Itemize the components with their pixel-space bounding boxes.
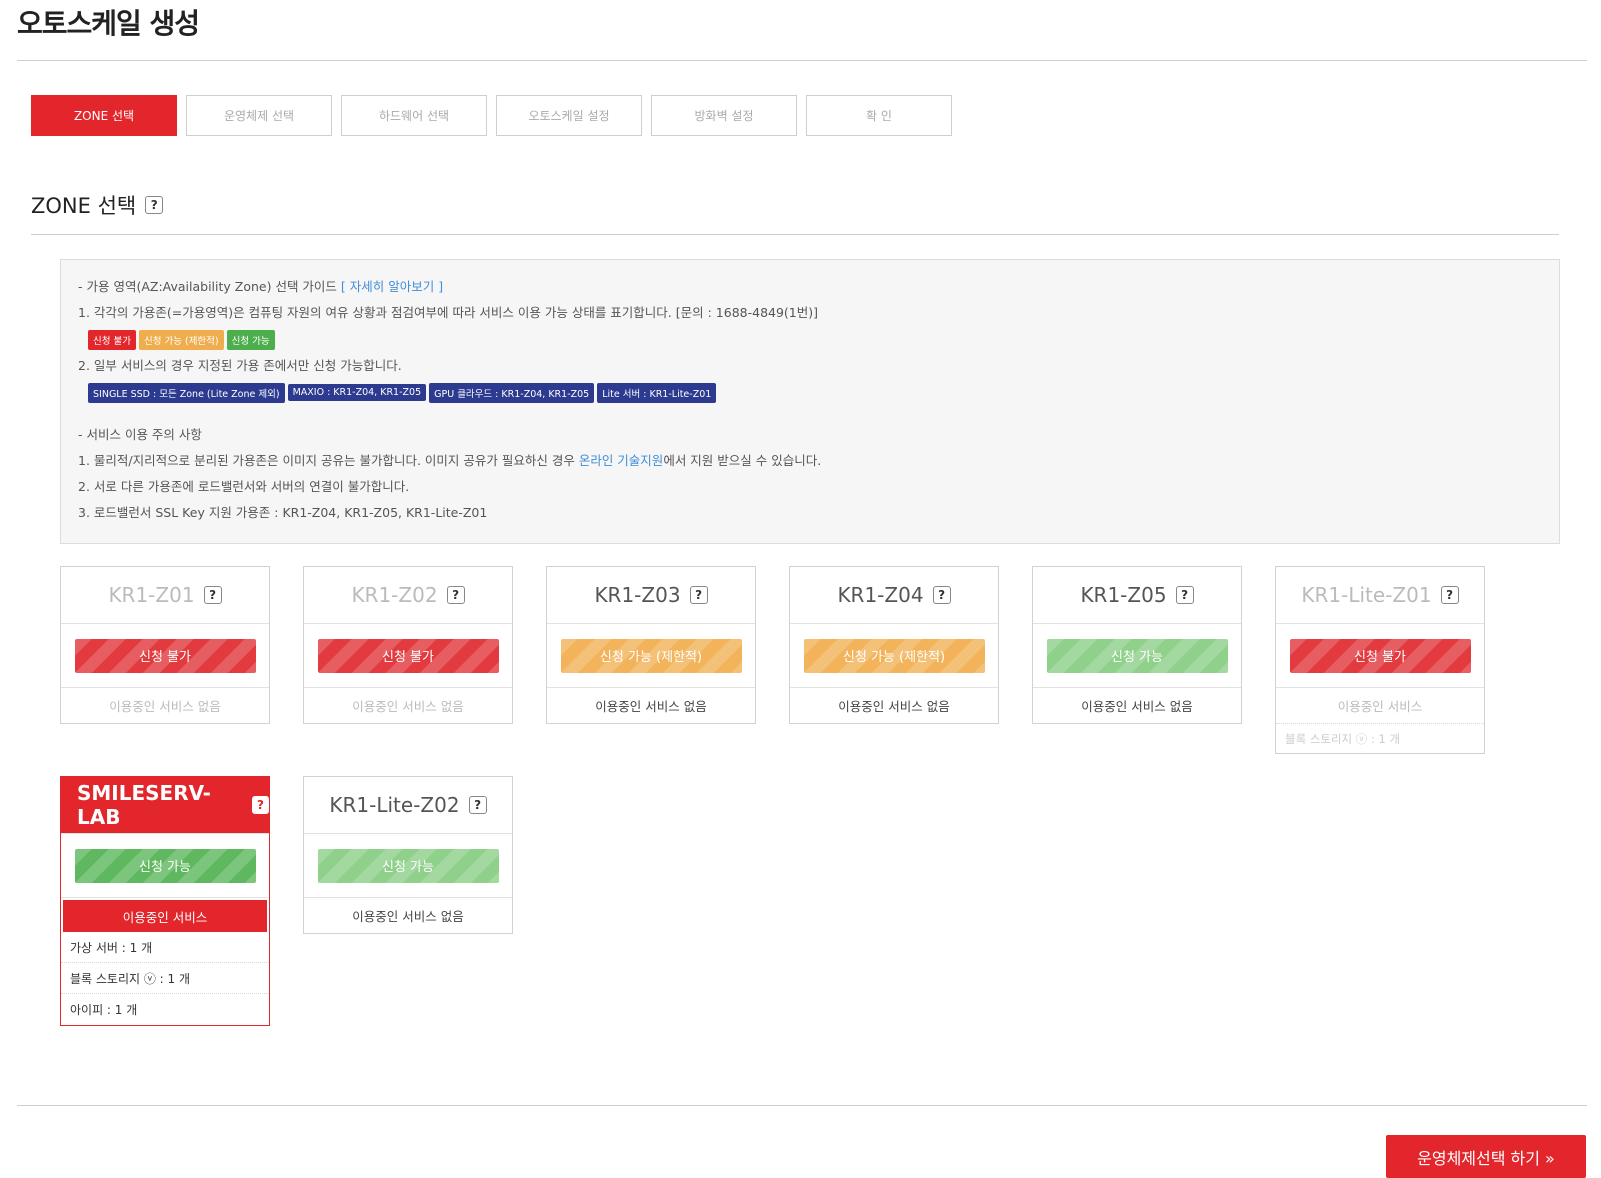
zone-services: 이용중인 서비스 없음 xyxy=(109,699,221,714)
service-tag: SINGLE SSD : 모든 Zone (Lite Zone 제외) xyxy=(88,382,285,403)
step-hardware[interactable]: 하드웨어 선택 xyxy=(341,95,487,136)
service-tag: MAXIO : KR1-Z04, KR1-Z05 xyxy=(287,384,427,401)
help-icon[interactable]: ? xyxy=(252,796,269,814)
zone-status-button[interactable]: 신청 불가 xyxy=(74,638,256,673)
zone-status-button[interactable]: 신청 가능 xyxy=(317,848,499,883)
zone-services: 이용중인 서비스 없음 xyxy=(595,699,707,714)
zone-service-item: 블록 스토리지 ⓥ : 1 개 xyxy=(1276,723,1484,753)
guide-line: 2. 일부 서비스의 경우 지정된 가용 존에서만 신청 가능합니다. xyxy=(78,358,402,373)
help-icon[interactable]: ? xyxy=(1440,586,1459,604)
help-icon[interactable]: ? xyxy=(203,586,222,604)
step-firewall[interactable]: 방화벽 설정 xyxy=(651,95,797,136)
title-divider xyxy=(17,60,1587,61)
zone-status-button[interactable]: 신청 가능 (제한적) xyxy=(560,638,742,673)
help-icon[interactable]: ? xyxy=(446,586,465,604)
guide-line: 1. 각각의 가용존(=가용영역)은 컴퓨팅 자원의 여유 상황과 점검여부에 … xyxy=(78,305,819,320)
service-item: 블록 스토리지 ⓥ : 1 개 xyxy=(61,963,269,994)
zone-services: 이용중인 서비스 없음 xyxy=(352,699,464,714)
zone-services: 이용중인 서비스 없음 xyxy=(1081,699,1193,714)
help-icon[interactable]: ? xyxy=(932,586,951,604)
zone-status-button[interactable]: 신청 불가 xyxy=(317,638,499,673)
zone-status-button[interactable]: 신청 가능 xyxy=(74,848,256,883)
guide-line: 2. 서로 다른 가용존에 로드밸런서와 서버의 연결이 불가합니다. xyxy=(78,479,410,494)
step-zone[interactable]: ZONE 선택 xyxy=(31,95,177,136)
zone-name: KR1-Z02 xyxy=(351,583,438,607)
zone-name: KR1-Z05 xyxy=(1080,583,1167,607)
zone-name: KR1-Lite-Z01 xyxy=(1301,583,1432,607)
zone-card-kr1-lite-z01[interactable]: KR1-Lite-Z01? 신청 불가 이용중인 서비스 블록 스토리지 ⓥ :… xyxy=(1275,566,1485,754)
zone-status-button[interactable]: 신청 가능 xyxy=(1046,638,1228,673)
help-icon[interactable]: ? xyxy=(468,796,487,814)
zone-card-kr1-z01[interactable]: KR1-Z01? 신청 불가 이용중인 서비스 없음 xyxy=(60,566,270,724)
zone-card-kr1-lite-z02[interactable]: KR1-Lite-Z02? 신청 가능 이용중인 서비스 없음 xyxy=(303,776,513,934)
step-autoscale[interactable]: 오토스케일 설정 xyxy=(496,95,642,136)
zone-services: 이용중인 서비스 없음 xyxy=(838,699,950,714)
zone-services: 이용중인 서비스 없음 xyxy=(352,909,464,924)
zone-name: KR1-Z03 xyxy=(594,583,681,607)
guide-line: 1. 물리적/지리적으로 분리된 가용존은 이미지 공유는 불가합니다. 이미지… xyxy=(78,448,1542,474)
zone-status-button[interactable]: 신청 불가 xyxy=(1289,638,1471,673)
zone-card-kr1-z05[interactable]: KR1-Z05? 신청 가능 이용중인 서비스 없음 xyxy=(1032,566,1242,724)
service-item: 가상 서버 : 1 개 xyxy=(61,932,269,963)
help-icon[interactable]: ? xyxy=(145,196,164,214)
next-os-select-button[interactable]: 운영체제선택 하기 » xyxy=(1386,1135,1586,1178)
help-icon[interactable]: ? xyxy=(689,586,708,604)
page-title: 오토스케일 생성 xyxy=(17,7,200,40)
guide-text: 1. 물리적/지리적으로 분리된 가용존은 이미지 공유는 불가합니다. 이미지… xyxy=(78,453,579,468)
legend-limited: 신청 가능 (제한적) xyxy=(138,329,224,350)
section-title: ZONE 선택 xyxy=(31,194,137,218)
zone-card-kr1-z04[interactable]: KR1-Z04? 신청 가능 (제한적) 이용중인 서비스 없음 xyxy=(789,566,999,724)
guide-heading: - 가용 영역(AZ:Availability Zone) 선택 가이드 xyxy=(78,279,341,294)
zone-name: KR1-Z04 xyxy=(837,583,924,607)
zone-card-kr1-z03[interactable]: KR1-Z03? 신청 가능 (제한적) 이용중인 서비스 없음 xyxy=(546,566,756,724)
status-legend: 신청 불가 신청 가능 (제한적) 신청 가능 xyxy=(78,326,1542,353)
service-tag: GPU 클라우드 : KR1-Z04, KR1-Z05 xyxy=(429,382,595,403)
service-legend: SINGLE SSD : 모든 Zone (Lite Zone 제외) MAXI… xyxy=(78,379,1542,406)
section-header: ZONE 선택 ? xyxy=(31,190,164,220)
guide-panel: - 가용 영역(AZ:Availability Zone) 선택 가이드 [ 자… xyxy=(60,259,1560,544)
step-tabs: ZONE 선택 운영체제 선택 하드웨어 선택 오토스케일 설정 방화벽 설정 … xyxy=(31,95,961,136)
zone-card-kr1-z02[interactable]: KR1-Z02? 신청 불가 이용중인 서비스 없음 xyxy=(303,566,513,724)
tech-support-link[interactable]: 온라인 기술지원 xyxy=(579,453,663,468)
section-divider xyxy=(31,234,1559,235)
zone-name: SMILESERV-LAB xyxy=(77,781,211,829)
guide-line: - 가용 영역(AZ:Availability Zone) 선택 가이드 [ 자… xyxy=(78,274,1542,300)
guide-line: 3. 로드밸런서 SSL Key 지원 가용존 : KR1-Z04, KR1-Z… xyxy=(78,505,488,520)
zone-services-label: 이용중인 서비스 xyxy=(63,900,267,932)
legend-available: 신청 가능 xyxy=(226,329,275,350)
zone-name: KR1-Lite-Z02 xyxy=(329,793,460,817)
service-tag: Lite 서버 : KR1-Lite-Z01 xyxy=(597,382,717,403)
zone-card-smileserv-lab[interactable]: SMILESERV-LAB? 신청 가능 이용중인 서비스 가상 서버 : 1 … xyxy=(60,776,270,1026)
zone-name: KR1-Z01 xyxy=(108,583,195,607)
service-item: 아이피 : 1 개 xyxy=(70,1003,138,1017)
help-icon[interactable]: ? xyxy=(1175,586,1194,604)
learn-more-link[interactable]: [ 자세히 알아보기 ] xyxy=(341,279,443,294)
step-os[interactable]: 운영체제 선택 xyxy=(186,95,332,136)
guide-text: 에서 지원 받으실 수 있습니다. xyxy=(663,453,822,468)
zone-status-button[interactable]: 신청 가능 (제한적) xyxy=(803,638,985,673)
zone-services: 이용중인 서비스 xyxy=(1337,699,1423,714)
guide-line: - 서비스 이용 주의 사항 xyxy=(78,427,202,442)
footer-divider xyxy=(17,1105,1587,1106)
legend-unavailable: 신청 불가 xyxy=(88,329,136,350)
step-confirm[interactable]: 확 인 xyxy=(806,95,952,136)
